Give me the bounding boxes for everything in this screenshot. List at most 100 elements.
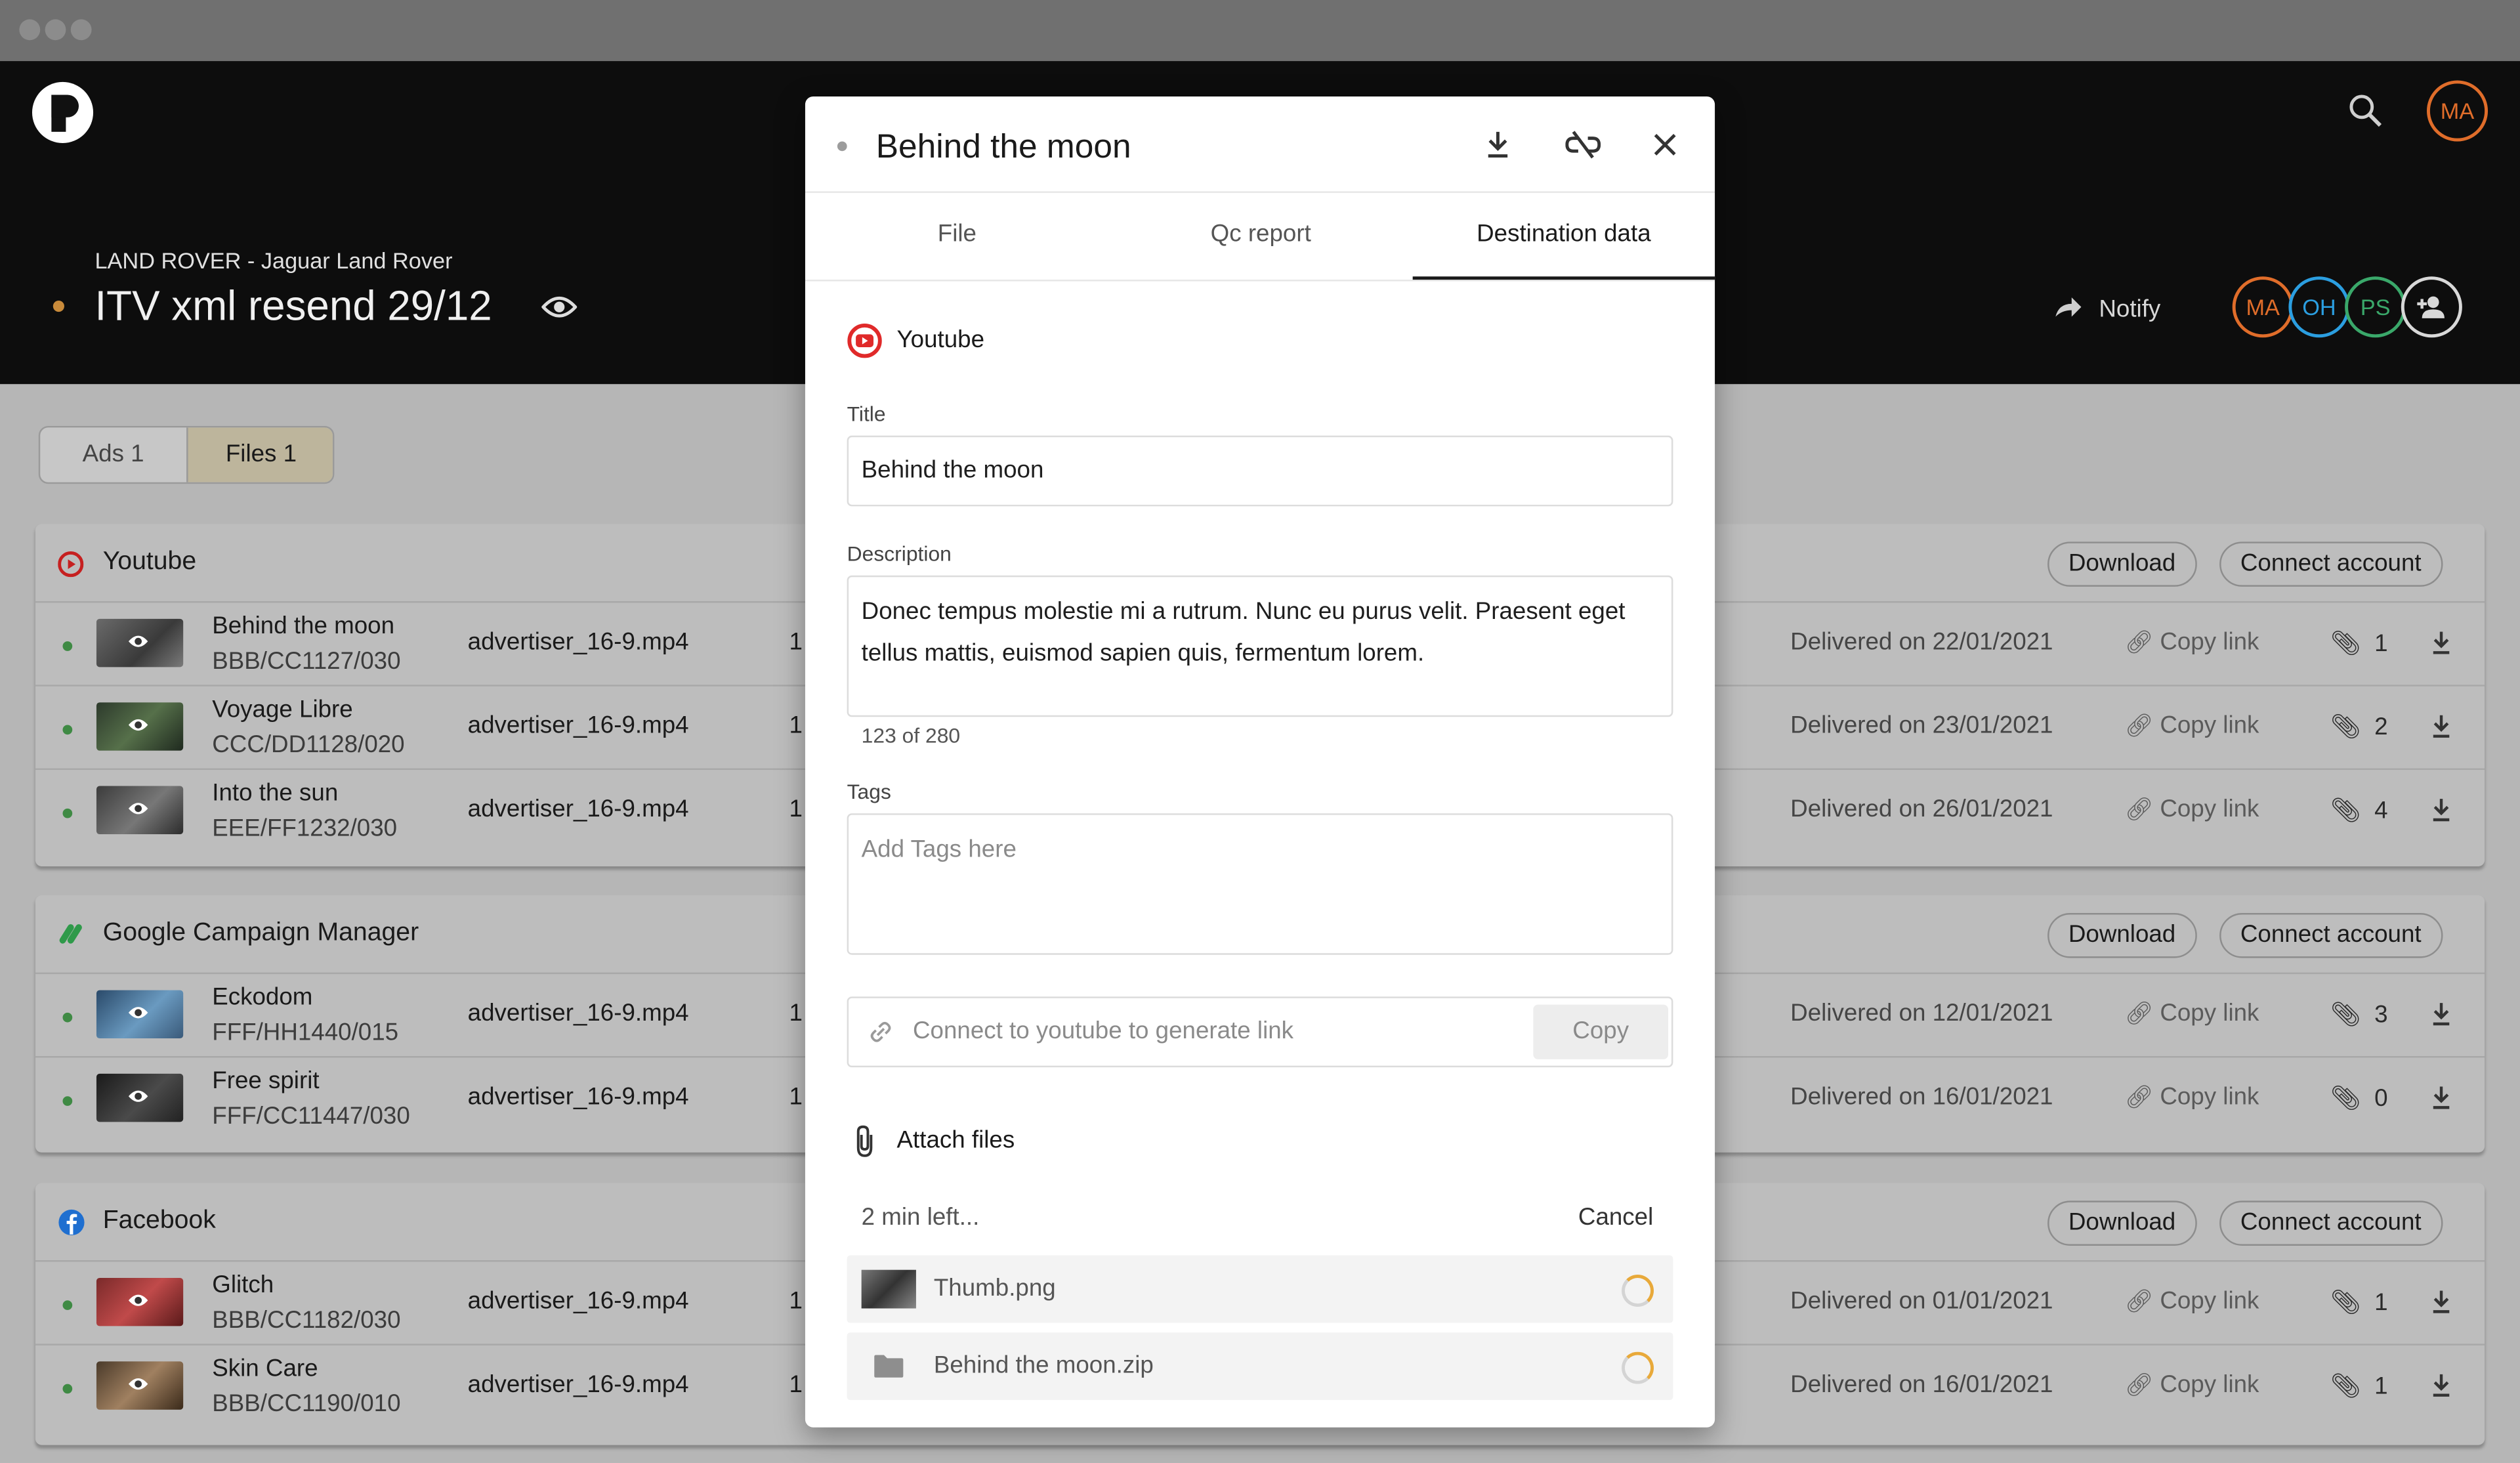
paperclip-icon: 📎︎ xyxy=(2330,1289,2361,1317)
copy-link[interactable]: 🔗︎ Copy link xyxy=(2125,1288,2259,1315)
share-link-field: Connect to youtube to generate link Copy xyxy=(847,996,1673,1068)
download-icon[interactable] xyxy=(2430,1371,2452,1400)
tags-input[interactable]: Add Tags here xyxy=(847,813,1673,955)
download-button[interactable]: Download xyxy=(2048,541,2197,587)
item-col: 1 xyxy=(789,1000,803,1027)
download-icon[interactable] xyxy=(1483,129,1512,161)
delivered-date: Delivered on 01/01/2021 xyxy=(1790,1287,2053,1315)
status-dot xyxy=(62,1300,73,1310)
copy-button[interactable]: Copy xyxy=(1533,1004,1669,1059)
campaign-manager-icon xyxy=(59,924,82,944)
connect-account-button[interactable]: Connect account xyxy=(2219,541,2443,587)
tab-files[interactable]: Files 1 xyxy=(186,427,333,482)
window-minimize-dot[interactable] xyxy=(45,19,66,41)
item-code: EEE/FF1232/030 xyxy=(212,815,398,843)
connect-account-button[interactable]: Connect account xyxy=(2219,913,2443,958)
item-col: 1 xyxy=(789,1083,803,1111)
attachments-count[interactable]: 📎︎ 0 xyxy=(2330,1084,2388,1113)
video-thumbnail[interactable] xyxy=(96,1073,184,1122)
link-icon: 🔗︎ xyxy=(2124,795,2154,822)
file-name: advertiser_16-9.mp4 xyxy=(467,1083,689,1111)
window-close-dot[interactable] xyxy=(19,19,41,41)
copy-link[interactable]: 🔗︎ Copy link xyxy=(2125,795,2259,823)
breadcrumb[interactable]: LAND ROVER - Jaguar Land Rover xyxy=(94,247,452,273)
member-avatar-ma[interactable]: MA xyxy=(2232,276,2294,338)
paperclip-icon xyxy=(856,1125,873,1157)
close-icon[interactable] xyxy=(1654,133,1676,156)
file-details-modal: Behind the moon File Qc report Destinati… xyxy=(805,96,1715,1428)
connect-account-button[interactable]: Connect account xyxy=(2219,1200,2443,1246)
modal-tabs: File Qc report Destination data xyxy=(805,191,1715,282)
group-title: Facebook xyxy=(102,1207,216,1235)
link-placeholder: Connect to youtube to generate link xyxy=(913,1017,1294,1045)
video-thumbnail[interactable] xyxy=(96,786,184,835)
window-maximize-dot[interactable] xyxy=(70,19,92,41)
upload-time-left: 2 min left... xyxy=(861,1204,980,1231)
item-name: Glitch xyxy=(212,1271,274,1299)
facebook-icon xyxy=(58,1209,85,1236)
tab-ads[interactable]: Ads 1 xyxy=(40,427,186,482)
notify-button[interactable]: Notify xyxy=(2099,296,2160,324)
visibility-eye-icon[interactable] xyxy=(541,294,578,320)
copy-link[interactable]: 🔗︎ Copy link xyxy=(2125,1000,2259,1027)
download-icon[interactable] xyxy=(2430,795,2452,824)
unlink-icon[interactable] xyxy=(1565,130,1601,159)
app-logo[interactable] xyxy=(32,81,94,143)
character-count: 123 of 280 xyxy=(861,723,961,748)
download-icon[interactable] xyxy=(2430,629,2452,658)
copy-link[interactable]: 🔗︎ Copy link xyxy=(2125,712,2259,740)
title-field[interactable]: Behind the moon xyxy=(847,435,1673,507)
copy-link[interactable]: 🔗︎ Copy link xyxy=(2125,629,2259,656)
link-icon: 🔗︎ xyxy=(2124,1370,2154,1397)
view-toggle: Ads 1 Files 1 xyxy=(38,425,335,484)
paperclip-icon: 📎︎ xyxy=(2330,630,2361,658)
status-dot xyxy=(62,1384,73,1394)
download-icon[interactable] xyxy=(2430,1084,2452,1113)
item-col: 1 xyxy=(789,711,803,740)
attachments-count[interactable]: 📎︎ 1 xyxy=(2330,1371,2388,1400)
tab-qc-report[interactable]: Qc report xyxy=(1109,193,1413,276)
cancel-upload-button[interactable]: Cancel xyxy=(1578,1204,1653,1231)
file-name: advertiser_16-9.mp4 xyxy=(467,711,689,740)
attachments-count[interactable]: 📎︎ 4 xyxy=(2330,795,2388,825)
loading-spinner-icon xyxy=(1622,1351,1654,1384)
attachments-count[interactable]: 📎︎ 1 xyxy=(2330,1288,2388,1317)
download-button[interactable]: Download xyxy=(2048,1200,2197,1246)
tab-destination-data[interactable]: Destination data xyxy=(1412,193,1715,280)
search-icon[interactable] xyxy=(2348,93,2384,129)
description-field[interactable]: Donec tempus molestie mi a rutrum. Nunc … xyxy=(847,575,1673,717)
group-title: Google Campaign Manager xyxy=(102,919,419,947)
status-dot xyxy=(62,641,73,651)
item-code: FFF/HH1440/015 xyxy=(212,1019,399,1047)
link-icon: 🔗︎ xyxy=(2124,711,2154,738)
video-thumbnail[interactable] xyxy=(96,702,184,751)
attachments-count[interactable]: 📎︎ 1 xyxy=(2330,629,2388,658)
copy-link[interactable]: 🔗︎ Copy link xyxy=(2125,1371,2259,1399)
member-avatar-oh[interactable]: OH xyxy=(2288,276,2350,338)
delivered-date: Delivered on 16/01/2021 xyxy=(1790,1370,2053,1399)
member-avatar-ps[interactable]: PS xyxy=(2345,276,2406,338)
tab-file[interactable]: File xyxy=(805,193,1109,276)
upload-item: Thumb.png xyxy=(847,1255,1673,1323)
status-dot xyxy=(52,300,64,312)
attachments-count[interactable]: 📎︎ 3 xyxy=(2330,1000,2388,1029)
video-thumbnail[interactable] xyxy=(96,618,184,668)
item-col: 1 xyxy=(789,1287,803,1315)
video-thumbnail[interactable] xyxy=(96,1361,184,1410)
link-icon: 🔗︎ xyxy=(2124,628,2154,654)
youtube-icon xyxy=(847,323,882,358)
attachments-count[interactable]: 📎︎ 2 xyxy=(2330,712,2388,741)
preview-eye-icon xyxy=(128,1007,148,1019)
add-member-button[interactable] xyxy=(2401,276,2462,338)
user-avatar[interactable]: MA xyxy=(2426,80,2488,142)
download-icon[interactable] xyxy=(2430,1000,2452,1028)
download-button[interactable]: Download xyxy=(2048,913,2197,958)
video-thumbnail[interactable] xyxy=(96,990,184,1039)
item-name: Free spirit xyxy=(212,1067,320,1095)
title-label: Title xyxy=(847,402,886,426)
download-icon[interactable] xyxy=(2430,712,2452,741)
copy-link[interactable]: 🔗︎ Copy link xyxy=(2125,1084,2259,1111)
download-icon[interactable] xyxy=(2430,1288,2452,1317)
video-thumbnail[interactable] xyxy=(96,1277,184,1326)
attach-files-label: Attach files xyxy=(896,1126,1015,1155)
